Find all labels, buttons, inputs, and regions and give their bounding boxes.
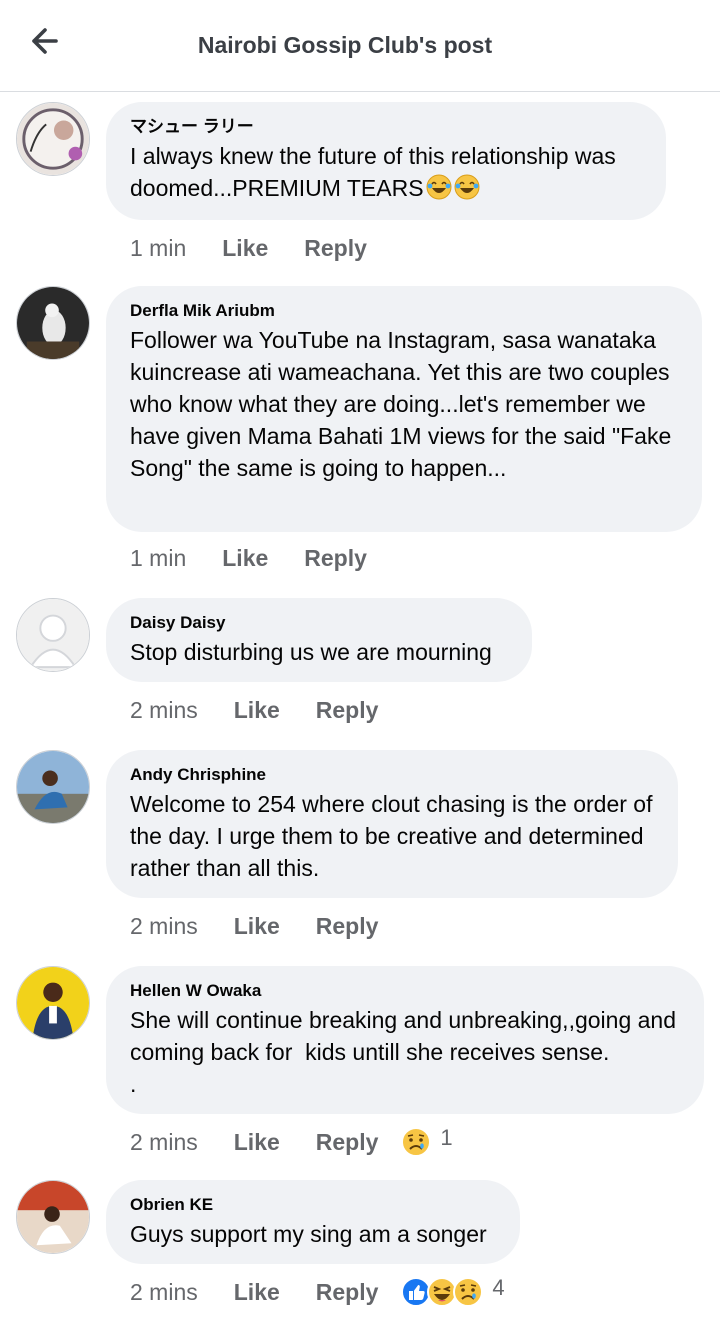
reply-button[interactable]: Reply	[316, 1279, 379, 1306]
reaction-count: 4	[492, 1275, 505, 1300]
comment-bubble: Obrien KE Guys support my sing am a song…	[106, 1180, 520, 1264]
like-button[interactable]: Like	[222, 545, 268, 572]
comment-meta: 2 mins Like Reply 4	[130, 1275, 505, 1308]
avatar[interactable]	[16, 750, 90, 824]
comment-text: Follower wa YouTube na Instagram, sasa w…	[130, 327, 678, 481]
comment-meta: 2 mins Like Reply	[130, 694, 414, 726]
comment-author[interactable]: Derfla Mik Ariubm	[130, 300, 678, 322]
reaction-count: 1	[440, 1125, 453, 1150]
like-button[interactable]: Like	[234, 913, 280, 940]
laughing-tears-icon	[426, 174, 452, 200]
comment-time[interactable]: 2 mins	[130, 697, 198, 724]
top-bar: Nairobi Gossip Club's post	[0, 0, 720, 92]
comment-author[interactable]: Hellen W Owaka	[130, 980, 680, 1002]
reactions-summary[interactable]: 4	[400, 1275, 505, 1308]
comment-time[interactable]: 1 min	[130, 545, 186, 572]
comment-meta: 1 min Like Reply	[130, 232, 403, 264]
comment-bubble: Andy Chrisphine Welcome to 254 where clo…	[106, 750, 678, 898]
like-button[interactable]: Like	[234, 1279, 280, 1306]
comment-time[interactable]: 1 min	[130, 235, 186, 262]
comment-text: She will continue breaking and unbreakin…	[130, 1007, 677, 1097]
sad-reaction-icon	[400, 1126, 432, 1158]
reply-button[interactable]: Reply	[316, 697, 379, 724]
comment-meta: 2 mins Like Reply 1	[130, 1125, 453, 1158]
like-button[interactable]: Like	[222, 235, 268, 262]
like-button[interactable]: Like	[234, 1129, 280, 1156]
laughing-tears-icon	[454, 174, 480, 200]
comment-meta: 1 min Like Reply	[130, 542, 403, 574]
sad-reaction-icon	[452, 1276, 484, 1308]
avatar[interactable]	[16, 598, 90, 672]
reply-button[interactable]: Reply	[304, 545, 367, 572]
page-title: Nairobi Gossip Club's post	[197, 32, 493, 58]
like-button[interactable]: Like	[234, 697, 280, 724]
reply-button[interactable]: Reply	[304, 235, 367, 262]
comment-text: Guys support my sing am a songer	[130, 1221, 487, 1247]
comment-bubble: Daisy Daisy Stop disturbing us we are mo…	[106, 598, 532, 682]
comment-author[interactable]: Andy Chrisphine	[130, 764, 654, 786]
avatar[interactable]	[16, 966, 90, 1040]
comment-time[interactable]: 2 mins	[130, 913, 198, 940]
reply-button[interactable]: Reply	[316, 1129, 379, 1156]
avatar[interactable]	[16, 286, 90, 360]
comment-bubble: マシュー ラリー I always knew the future of thi…	[106, 102, 666, 220]
comment-bubble: Derfla Mik Ariubm Follower wa YouTube na…	[106, 286, 702, 532]
comment-bubble: Hellen W Owaka She will continue breakin…	[106, 966, 704, 1114]
comment-meta: 2 mins Like Reply	[130, 910, 414, 942]
comment-text: Welcome to 254 where clout chasing is th…	[130, 791, 659, 881]
reactions-summary[interactable]: 1	[400, 1125, 453, 1158]
avatar[interactable]	[16, 1180, 90, 1254]
comment-time[interactable]: 2 mins	[130, 1279, 198, 1306]
comment-author[interactable]: Daisy Daisy	[130, 612, 508, 634]
reply-button[interactable]: Reply	[316, 913, 379, 940]
comment-author[interactable]: Obrien KE	[130, 1194, 496, 1216]
comment-author[interactable]: マシュー ラリー	[130, 116, 642, 138]
avatar[interactable]	[16, 102, 90, 176]
comment-time[interactable]: 2 mins	[130, 1129, 198, 1156]
comment-text: I always knew the future of this relatio…	[130, 143, 623, 201]
comment-text: Stop disturbing us we are mourning	[130, 639, 492, 665]
